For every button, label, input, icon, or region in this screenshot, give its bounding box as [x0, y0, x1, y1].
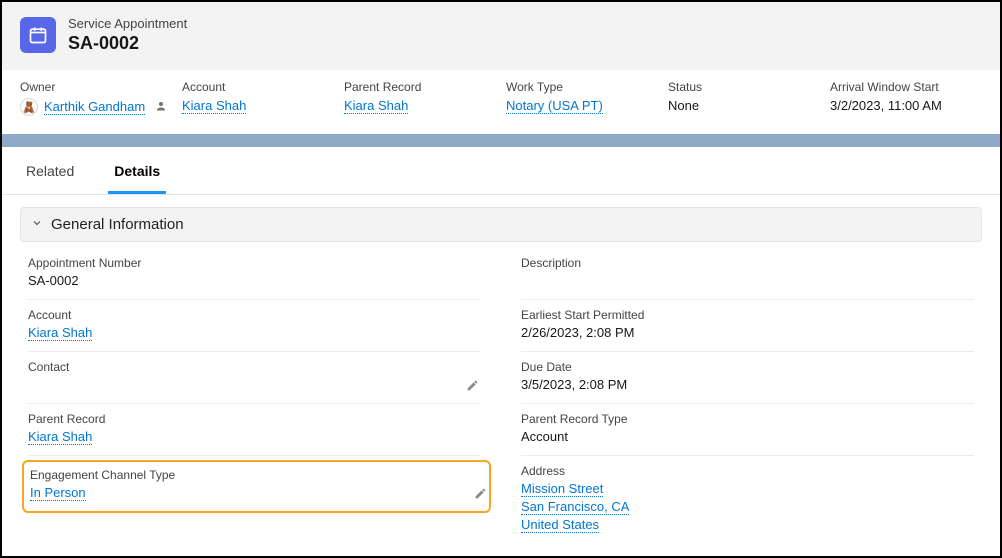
field-appointment-number-value: SA-0002: [28, 273, 481, 291]
summary-parent-record-label: Parent Record: [344, 80, 496, 94]
tab-details[interactable]: Details: [108, 149, 166, 194]
address-line2[interactable]: San Francisco, CA: [521, 499, 629, 515]
summary-account-link[interactable]: Kiara Shah: [182, 98, 246, 114]
summary-parent-record-link[interactable]: Kiara Shah: [344, 98, 408, 114]
field-account-label: Account: [28, 308, 481, 322]
summary-work-type-label: Work Type: [506, 80, 658, 94]
field-contact-value: [28, 377, 481, 395]
field-engagement-channel-type-link[interactable]: In Person: [30, 485, 86, 501]
field-description-label: Description: [521, 256, 974, 270]
field-parent-record-label: Parent Record: [28, 412, 481, 426]
field-account-link[interactable]: Kiara Shah: [28, 325, 92, 341]
field-parent-record: Parent Record Kiara Shah: [28, 404, 481, 456]
owner-link[interactable]: Karthik Gandham: [44, 99, 145, 115]
record-header: Service Appointment SA-0002: [2, 2, 1000, 70]
summary-parent-record: Parent Record Kiara Shah: [344, 80, 496, 116]
field-appointment-number-label: Appointment Number: [28, 256, 481, 270]
edit-contact-icon[interactable]: [466, 379, 479, 395]
details-grid: Appointment Number SA-0002 Account Kiara…: [20, 242, 982, 543]
field-address-label: Address: [521, 464, 974, 478]
field-parent-record-type-label: Parent Record Type: [521, 412, 974, 426]
summary-status-value: None: [668, 98, 820, 113]
field-due-date: Due Date 3/5/2023, 2:08 PM: [521, 352, 974, 404]
field-earliest-start: Earliest Start Permitted 2/26/2023, 2:08…: [521, 300, 974, 352]
field-earliest-start-label: Earliest Start Permitted: [521, 308, 974, 322]
summary-arrival: Arrival Window Start 3/2/2023, 11:00 AM: [830, 80, 982, 116]
section-general-information[interactable]: General Information: [20, 207, 982, 242]
field-account: Account Kiara Shah: [28, 300, 481, 352]
section-title: General Information: [51, 216, 184, 233]
tab-related[interactable]: Related: [20, 149, 80, 194]
field-parent-record-type-value: Account: [521, 429, 974, 447]
summary-arrival-label: Arrival Window Start: [830, 80, 982, 94]
field-appointment-number: Appointment Number SA-0002: [28, 248, 481, 300]
summary-row: Owner 🧸 Karthik Gandham Account Kiara Sh…: [2, 70, 1000, 134]
details-left-column: Appointment Number SA-0002 Account Kiara…: [28, 248, 481, 543]
address-line1[interactable]: Mission Street: [521, 481, 603, 497]
field-engagement-channel-type-highlight: Engagement Channel Type In Person: [22, 460, 491, 513]
summary-status: Status None: [668, 80, 820, 116]
record-type-label: Service Appointment: [68, 16, 187, 31]
summary-owner: Owner 🧸 Karthik Gandham: [20, 80, 172, 116]
field-description: Description: [521, 248, 974, 300]
header-texts: Service Appointment SA-0002: [68, 16, 187, 54]
field-due-date-value: 3/5/2023, 2:08 PM: [521, 377, 974, 395]
owner-avatar-icon: 🧸: [20, 98, 38, 116]
summary-account: Account Kiara Shah: [182, 80, 334, 116]
summary-owner-label: Owner: [20, 80, 172, 94]
edit-engagement-channel-icon[interactable]: [474, 487, 487, 503]
record-title: SA-0002: [68, 33, 187, 54]
detail-tabs: Related Details: [2, 147, 1000, 195]
field-earliest-start-value: 2/26/2023, 2:08 PM: [521, 325, 974, 343]
field-contact-label: Contact: [28, 360, 481, 374]
details-right-column: Description Earliest Start Permitted 2/2…: [521, 248, 974, 543]
field-address: Address Mission Street San Francisco, CA…: [521, 456, 974, 543]
change-owner-icon[interactable]: [155, 100, 167, 115]
address-line3[interactable]: United States: [521, 517, 599, 533]
field-contact: Contact: [28, 352, 481, 404]
service-appointment-icon: [20, 17, 56, 53]
summary-status-label: Status: [668, 80, 820, 94]
field-parent-record-type: Parent Record Type Account: [521, 404, 974, 456]
field-due-date-label: Due Date: [521, 360, 974, 374]
field-parent-record-link[interactable]: Kiara Shah: [28, 429, 92, 445]
summary-account-label: Account: [182, 80, 334, 94]
summary-work-type-link[interactable]: Notary (USA PT): [506, 98, 603, 114]
summary-work-type: Work Type Notary (USA PT): [506, 80, 658, 116]
divider-band: [2, 134, 1000, 147]
field-description-value: [521, 273, 974, 291]
chevron-down-icon: [31, 216, 43, 233]
field-engagement-channel-type-label: Engagement Channel Type: [30, 468, 483, 482]
summary-arrival-value: 3/2/2023, 11:00 AM: [830, 98, 982, 113]
